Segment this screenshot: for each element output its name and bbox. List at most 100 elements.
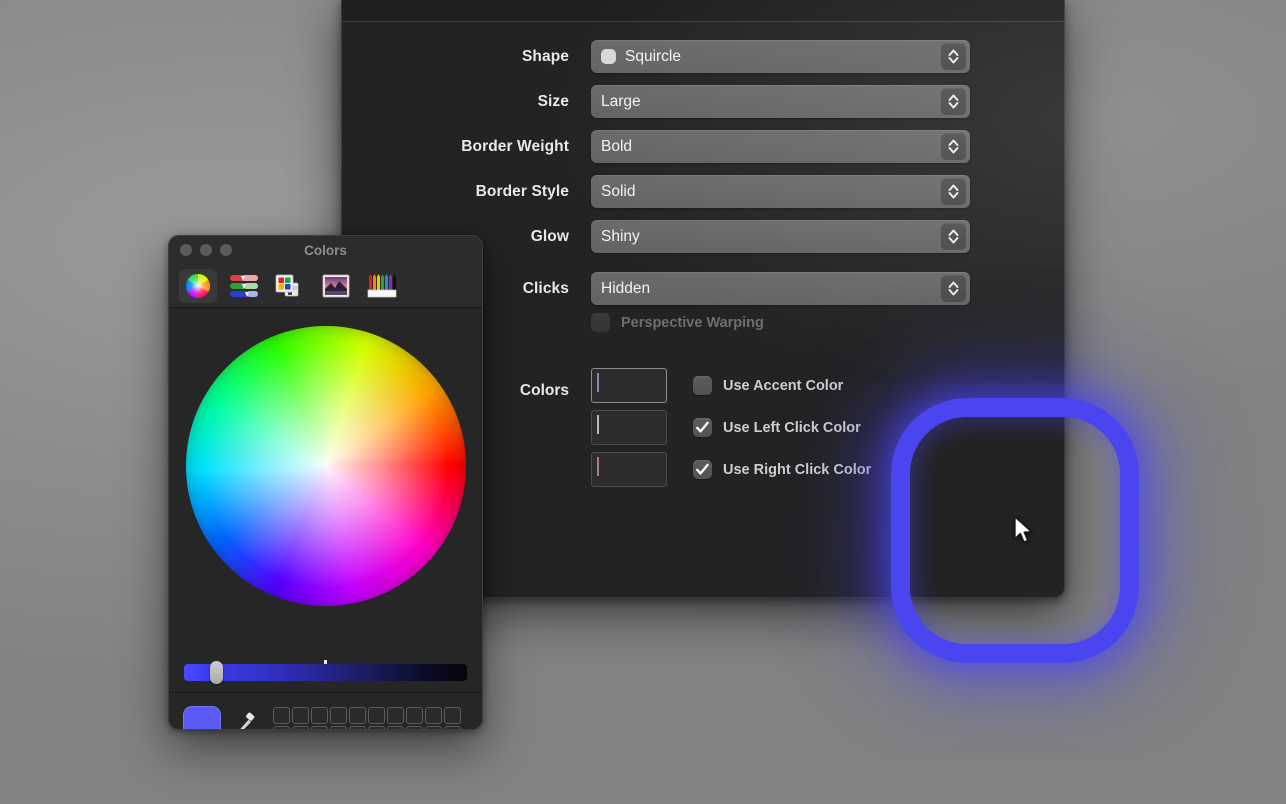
palette-well[interactable] [425,726,442,730]
form-row-shape: Shape Squircle [342,40,1064,73]
clicks-dropdown-value: Hidden [601,280,650,298]
glow-stepper-icon[interactable] [941,223,966,250]
color-sliders-tab[interactable] [225,269,263,303]
color-row-accent: Use Accent Color [591,368,871,403]
palette-well[interactable] [406,707,423,724]
border-style-dropdown[interactable]: Solid [591,175,970,208]
brightness-slider[interactable] [184,664,467,681]
current-color-swatch[interactable] [183,706,221,730]
palette-swatch-grid[interactable] [273,707,461,730]
shape-stepper-icon[interactable] [941,43,966,70]
crayons-icon [367,273,397,299]
use-left-click-color-checkbox-row[interactable]: Use Left Click Color [693,418,861,437]
colors-panel-toolbar [169,264,482,308]
border-style-stepper-icon[interactable] [941,178,966,205]
palette-well[interactable] [292,707,309,724]
palette-well[interactable] [311,707,328,724]
label-shape: Shape [342,48,591,66]
perspective-warping-checkbox-row[interactable]: Perspective Warping [591,313,764,332]
form-row-border-style: Border Style Solid [342,175,1064,208]
color-row-left-click: Use Left Click Color [591,410,871,445]
use-accent-color-checkbox[interactable] [693,376,712,395]
window-controls [169,244,232,256]
palette-well[interactable] [387,726,404,730]
size-stepper-icon[interactable] [941,88,966,115]
brightness-row [169,653,482,693]
image-palettes-icon [322,273,350,299]
accent-color-swatch-fill [597,373,599,392]
left-click-color-swatch-fill [597,415,599,434]
eyedropper-button[interactable] [233,712,257,730]
palette-well[interactable] [273,726,290,730]
squircle-glyph-icon [601,49,616,64]
crayons-tab[interactable] [363,269,401,303]
color-palettes-icon [275,272,305,300]
palette-well[interactable] [311,726,328,730]
palette-well[interactable] [330,707,347,724]
label-border-style: Border Style [342,183,591,201]
palette-well[interactable] [368,707,385,724]
clicks-dropdown[interactable]: Hidden [591,272,970,305]
checkmark-icon [694,461,711,478]
form-row-border-weight: Border Weight Bold [342,130,1064,163]
palette-well[interactable] [349,726,366,730]
palette-well[interactable] [273,707,290,724]
palette-well[interactable] [444,726,461,730]
color-wheel-picker[interactable] [186,326,466,606]
palette-well[interactable] [425,707,442,724]
desktop-background: Shape Squircle Size Large [0,0,1286,804]
form-row-size: Size Large [342,85,1064,118]
border-weight-dropdown[interactable]: Bold [591,130,970,163]
use-right-click-color-checkbox[interactable] [693,460,712,479]
size-dropdown-value: Large [601,93,641,111]
accent-color-swatch-button[interactable] [591,368,667,403]
maximize-button[interactable] [220,244,232,256]
window-toolbar-strip [342,0,1064,22]
color-palettes-tab[interactable] [271,269,309,303]
use-left-click-color-checkbox[interactable] [693,418,712,437]
perspective-warping-checkbox[interactable] [591,313,610,332]
clicks-stepper-icon[interactable] [941,275,966,302]
palette-well[interactable] [349,707,366,724]
color-row-right-click: Use Right Click Color [591,452,871,487]
use-accent-color-label: Use Accent Color [723,378,843,394]
minimize-button[interactable] [200,244,212,256]
border-style-dropdown-value: Solid [601,183,635,201]
label-border-weight: Border Weight [342,138,591,156]
size-dropdown[interactable]: Large [591,85,970,118]
right-click-color-swatch-button[interactable] [591,452,667,487]
shape-dropdown[interactable]: Squircle [591,40,970,73]
palette-well[interactable] [406,726,423,730]
use-right-click-color-label: Use Right Click Color [723,462,871,478]
glow-dropdown-value: Shiny [601,228,640,246]
perspective-warping-label: Perspective Warping [621,315,764,331]
color-sliders-icon [229,273,259,299]
border-weight-dropdown-value: Bold [601,138,632,156]
eyedropper-icon [233,712,257,730]
right-click-color-swatch-fill [597,457,599,476]
color-wheel-area[interactable] [169,308,482,653]
image-palettes-tab[interactable] [317,269,355,303]
label-size: Size [342,93,591,111]
palette-well[interactable] [292,726,309,730]
brightness-slider-thumb[interactable] [210,661,223,684]
color-wheel-icon [184,272,212,300]
palette-well[interactable] [330,726,347,730]
palette-well[interactable] [444,707,461,724]
brightness-slider-tick [324,660,327,664]
color-wheel-tab[interactable] [179,269,217,303]
left-click-color-swatch-button[interactable] [591,410,667,445]
shape-dropdown-value: Squircle [625,48,681,66]
glow-dropdown[interactable]: Shiny [591,220,970,253]
close-button[interactable] [180,244,192,256]
palette-well[interactable] [387,707,404,724]
use-right-click-color-checkbox-row[interactable]: Use Right Click Color [693,460,871,479]
border-weight-stepper-icon[interactable] [941,133,966,160]
palette-well[interactable] [368,726,385,730]
colors-panel-window: Colors [168,235,483,730]
use-accent-color-checkbox-row[interactable]: Use Accent Color [693,376,843,395]
colors-panel-titlebar[interactable]: Colors [169,236,482,264]
colors-panel-footer [169,693,482,730]
checkmark-icon [694,419,711,436]
use-left-click-color-label: Use Left Click Color [723,420,861,436]
